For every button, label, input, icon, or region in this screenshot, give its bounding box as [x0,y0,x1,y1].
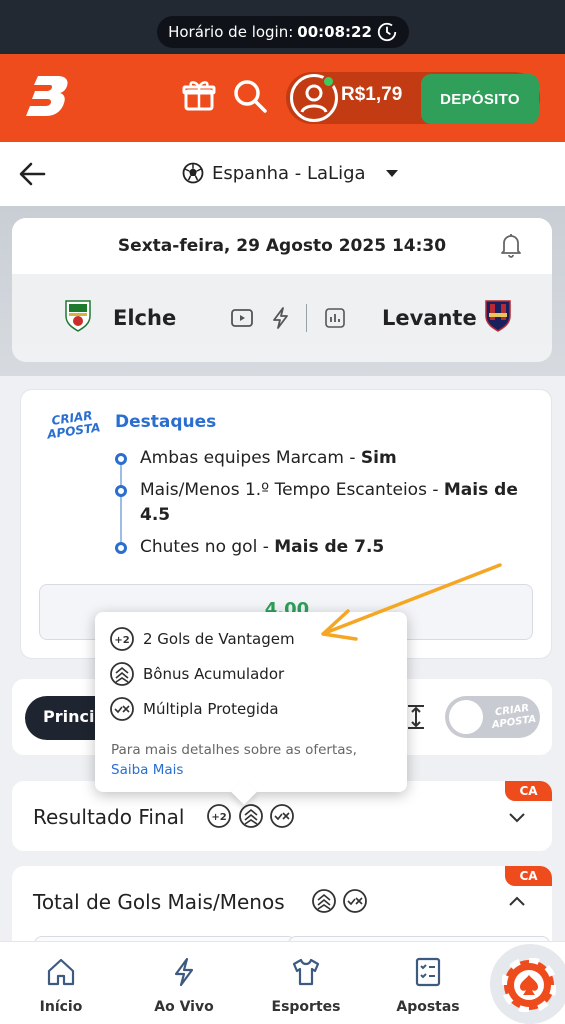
expand-collapse-icon[interactable] [405,703,427,731]
levante-crest-icon [485,300,511,332]
toggle-label: CRIAR APOSTA [491,702,537,731]
clock-icon [377,22,397,42]
match-date: Sexta-feira, 29 Agosto 2025 14:30 [117,236,447,256]
tooltip-note: Para mais detalhes sobre as ofertas, Sai… [111,742,357,778]
online-status-dot [322,75,335,88]
protected-multiple-icon [110,697,134,721]
gift-icon[interactable] [182,78,216,112]
login-timer: Horário de login: 00:08:22 [157,16,409,48]
highlights-title: Destaques [115,412,217,432]
login-label: Horário de login: [168,23,294,41]
saiba-mais-link[interactable]: Saiba Mais [111,762,183,778]
ca-badge: CA [505,781,552,801]
accumulator-bonus-icon [110,662,134,686]
svg-text:+2: +2 [211,812,226,823]
home-team-name: Elche [113,306,177,330]
lightning-icon [174,957,194,987]
nav-label: Apostas [396,999,460,1015]
timeline-dot [115,485,127,497]
nav-esportes[interactable]: Esportes [256,942,356,1024]
nav-label: Início [39,999,83,1015]
market-title: Resultado Final [33,805,185,829]
offers-tooltip: +2 2 Gols de Vantagem Bônus Acumulador M… [95,612,407,792]
accumulator-bonus-icon [312,889,336,913]
criar-aposta-toggle[interactable]: CRIAR APOSTA [445,696,540,738]
timeline-dot [115,542,127,554]
match-card: Sexta-feira, 29 Agosto 2025 14:30 Elche … [12,218,552,362]
tooltip-offer: Bônus Acumulador [109,661,284,687]
two-goals-advantage-icon: +2 [207,804,231,828]
balance-amount: R$1,79 [341,84,403,105]
highlights-timeline [120,460,122,548]
app-header: R$1,79 DEPÓSITO [0,54,565,142]
nav-label: Esportes [271,999,341,1015]
svg-text:+2: +2 [114,635,129,646]
protected-multiple-icon [343,889,367,913]
away-team-name: Levante [382,306,477,330]
search-icon[interactable] [232,78,268,114]
chevron-down-icon[interactable] [508,811,526,823]
highlight-item: Mais/Menos 1.º Tempo Escanteios - Mais d… [140,480,518,525]
deposit-button[interactable]: DEPÓSITO [421,74,539,124]
toggle-knob [449,700,483,734]
login-time: 00:08:22 [297,23,372,41]
league-selector[interactable]: Espanha - LaLiga [182,162,398,184]
timeline-dot [115,453,127,465]
match-date-bar: Sexta-feira, 29 Agosto 2025 14:30 [12,218,552,274]
market-title: Total de Gols Mais/Menos [33,890,285,914]
nav-label: Ao Vivo [154,999,214,1015]
tooltip-offer: Múltipla Protegida [109,696,279,722]
lightning-icon[interactable] [269,306,293,330]
two-goals-advantage-icon: +2 [110,627,134,651]
elche-crest-icon [65,300,91,332]
jersey-icon [292,958,320,986]
bottom-navigation: Início Ao Vivo Esportes Apostas [0,941,565,1024]
league-name: Espanha - LaLiga [212,162,366,184]
poker-chip-icon [502,958,556,1012]
nav-ao-vivo[interactable]: Ao Vivo [134,942,234,1024]
brand-logo-icon[interactable] [24,74,70,118]
icon-divider [306,304,307,332]
home-icon [47,958,75,986]
accumulator-bonus-icon [239,804,263,828]
nav-inicio[interactable]: Início [11,942,111,1024]
chevron-up-icon[interactable] [508,896,526,908]
status-bar: Horário de login: 00:08:22 [0,0,565,54]
highlight-item: Ambas equipes Marcam - Sim [140,448,397,468]
nav-apostas[interactable]: Apostas [378,942,478,1024]
criar-aposta-badge: CRIAR APOSTA [46,408,102,442]
bell-icon[interactable] [499,232,523,258]
tooltip-offer: +2 2 Gols de Vantagem [109,626,295,652]
protected-multiple-icon [270,804,294,828]
video-icon[interactable] [230,306,254,330]
highlight-item: Chutes no gol - Mais de 7.5 [140,537,385,557]
casino-chip-button[interactable] [490,944,565,1024]
bet-slip-icon [415,957,441,987]
back-arrow-icon[interactable] [18,160,46,188]
ca-badge: CA [505,866,552,886]
dropdown-caret-icon [385,169,398,177]
stats-icon[interactable] [323,306,347,330]
league-bar: Espanha - LaLiga [0,142,565,206]
soccer-ball-icon [182,162,204,184]
